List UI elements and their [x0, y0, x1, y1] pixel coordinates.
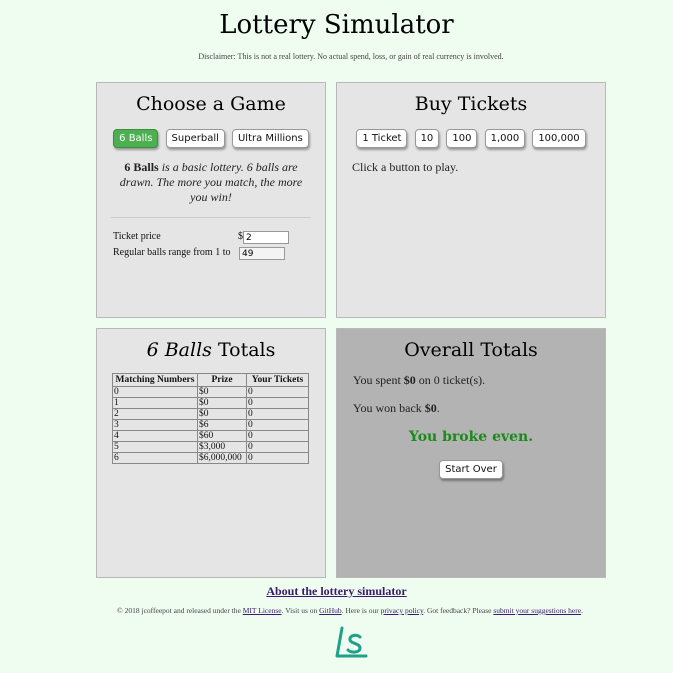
- spent-prefix: You spent: [353, 373, 404, 387]
- game-totals-game-name: 6 Balls: [146, 339, 212, 361]
- buy-10-button[interactable]: 10: [414, 129, 440, 148]
- table-row: 4 $60 0: [112, 430, 309, 442]
- table-row: 5 $3,000 0: [112, 441, 309, 453]
- spent-amount: $0: [403, 373, 416, 387]
- visit-text: . Visit us on: [281, 606, 320, 615]
- footer: © 2018 jcoffeepot and released under the…: [0, 606, 673, 615]
- buy-100-button[interactable]: 100: [446, 129, 478, 148]
- cell-tickets: 0: [246, 419, 309, 431]
- divider: [111, 217, 311, 218]
- start-over-button[interactable]: Start Over: [439, 460, 503, 479]
- cell-tickets: 0: [246, 430, 309, 442]
- cell-match: 6: [112, 452, 198, 464]
- won-text: You won back $0.: [353, 401, 605, 416]
- col-your-tickets: Your Tickets: [246, 373, 309, 387]
- col-prize: Prize: [197, 373, 247, 387]
- footer-end: .: [581, 606, 583, 615]
- privacy-policy-link[interactable]: privacy policy: [381, 606, 424, 615]
- cell-tickets: 0: [246, 386, 309, 398]
- start-over-row: Start Over: [337, 457, 605, 479]
- game-superball-button[interactable]: Superball: [165, 129, 225, 148]
- page-title: Lottery Simulator: [219, 10, 454, 40]
- choose-game-heading: Choose a Game: [136, 93, 286, 115]
- cell-tickets: 0: [246, 397, 309, 409]
- ticket-price-label: Ticket price: [113, 231, 161, 242]
- license-link[interactable]: MIT License: [243, 606, 282, 615]
- cell-match: 2: [112, 408, 198, 420]
- result-text: You broke even.: [408, 429, 534, 445]
- cell-prize: $60: [197, 430, 247, 442]
- game-ultra-millions-button[interactable]: Ultra Millions: [231, 129, 309, 148]
- about-link[interactable]: About the lottery simulator: [266, 584, 406, 598]
- cell-tickets: 0: [246, 452, 309, 464]
- ticket-price-input[interactable]: [243, 231, 289, 244]
- buy-100000-button[interactable]: 100,000: [532, 129, 586, 148]
- buy-tickets-heading: Buy Tickets: [414, 93, 528, 115]
- overall-totals-panel: Overall Totals You spent $0 on 0 ticket(…: [336, 328, 606, 578]
- cell-prize: $0: [197, 386, 247, 398]
- disclaimer: Disclaimer: This is not a real lottery. …: [198, 52, 504, 61]
- won-prefix: You won back: [353, 401, 425, 415]
- table-row: 6 $6,000,000 0: [112, 452, 309, 464]
- game-totals-panel: 6 Balls Totals Matching Numbers Prize Yo…: [96, 328, 326, 578]
- game-totals-heading: 6 Balls Totals: [97, 339, 325, 361]
- table-row: 3 $6 0: [112, 419, 309, 431]
- table-row: 1 $0 0: [112, 397, 309, 409]
- ls-logo-icon[interactable]: [334, 625, 368, 665]
- spent-text: You spent $0 on 0 ticket(s).: [353, 373, 605, 388]
- game-description-name: 6 Balls: [124, 160, 159, 174]
- range-row: Regular balls range from 1 to: [113, 247, 313, 260]
- cell-match: 4: [112, 430, 198, 442]
- game-totals-suffix: Totals: [211, 339, 276, 361]
- game-description: 6 Balls is a basic lottery. 6 balls are …: [115, 160, 307, 205]
- totals-table: Matching Numbers Prize Your Tickets 0 $0 0…: [112, 373, 309, 464]
- cell-match: 0: [112, 386, 198, 398]
- spent-suffix: on 0 ticket(s).: [415, 373, 486, 387]
- cell-match: 3: [112, 419, 198, 431]
- buy-1000-button[interactable]: 1,000: [484, 129, 526, 148]
- cell-prize: $3,000: [197, 441, 247, 453]
- buy-tickets-panel: Buy Tickets 1 Ticket 10 100 1,000 100,00…: [336, 82, 606, 318]
- game-buttons: 6 Balls Superball Ultra Millions: [97, 126, 325, 148]
- play-prompt: Click a button to play.: [352, 160, 459, 174]
- won-amount: $0: [424, 401, 437, 415]
- won-suffix: .: [436, 401, 440, 415]
- range-label: Regular balls range from 1 to: [113, 247, 231, 258]
- buy-buttons: 1 Ticket 10 100 1,000 100,000: [337, 126, 605, 148]
- col-matching-numbers: Matching Numbers: [112, 373, 198, 387]
- overall-totals-heading: Overall Totals: [404, 339, 538, 361]
- about-section: About the lottery simulator: [0, 584, 673, 599]
- game-6-balls-button[interactable]: 6 Balls: [113, 129, 159, 148]
- suggestions-link[interactable]: submit your suggestions here: [493, 606, 581, 615]
- cell-prize: $0: [197, 408, 247, 420]
- cell-prize: $0: [197, 397, 247, 409]
- cell-match: 5: [112, 441, 198, 453]
- cell-tickets: 0: [246, 441, 309, 453]
- cell-prize: $6,000,000: [197, 452, 247, 464]
- cell-match: 1: [112, 397, 198, 409]
- choose-game-panel: Choose a Game 6 Balls Superball Ultra Mi…: [96, 82, 326, 318]
- table-header-row: Matching Numbers Prize Your Tickets: [112, 373, 309, 387]
- privacy-pre-text: . Here is our: [341, 606, 381, 615]
- github-link[interactable]: GitHub: [319, 606, 342, 615]
- cell-prize: $6: [197, 419, 247, 431]
- table-row: 2 $0 0: [112, 408, 309, 420]
- table-row: 0 $0 0: [112, 386, 309, 398]
- feedback-pre-text: . Got feedback? Please: [423, 606, 494, 615]
- range-input[interactable]: [239, 247, 285, 260]
- ticket-price-row: Ticket price $: [113, 231, 313, 244]
- cell-tickets: 0: [246, 408, 309, 420]
- copyright-text: © 2018 jcoffeepot and released under the: [117, 606, 243, 615]
- buy-1-ticket-button[interactable]: 1 Ticket: [356, 129, 408, 148]
